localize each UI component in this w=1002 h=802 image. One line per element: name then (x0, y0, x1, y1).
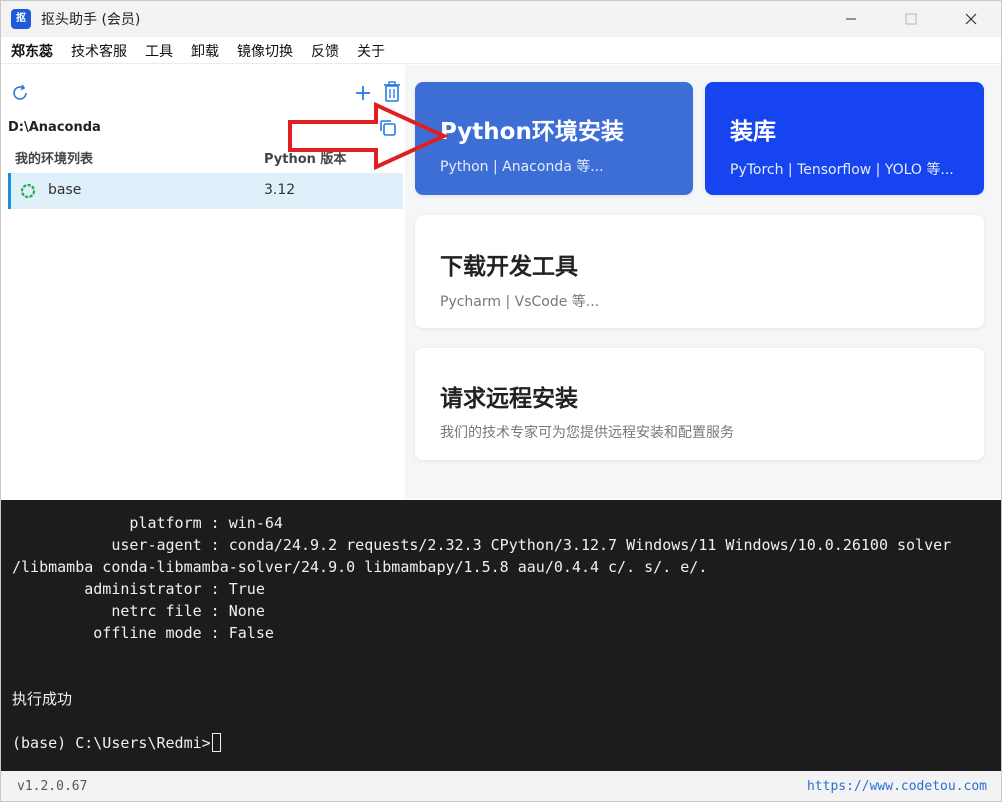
close-button[interactable] (941, 1, 1001, 37)
active-environment-icon (20, 183, 36, 199)
terminal-line: /libmamba conda-libmamba-solver/24.9.0 l… (12, 558, 708, 576)
environment-name: base (48, 182, 82, 198)
python-install-card[interactable]: Python环境安装 Python | Anaconda 等... (415, 82, 693, 195)
terminal-line: administrator : True (12, 580, 265, 598)
annotation-arrow-icon (288, 102, 448, 170)
feature-cards-area: Python环境安装 Python | Anaconda 等... 装库 PyT… (405, 65, 1001, 499)
terminal-line: platform : win-64 (12, 514, 283, 532)
menu-tools[interactable]: 工具 (145, 41, 173, 61)
refresh-icon[interactable] (10, 83, 30, 103)
remote-install-subtitle: 我们的技术专家可为您提供远程安装和配置服务 (440, 425, 734, 441)
title-bar[interactable]: 抠 抠头助手 (会员) (1, 1, 1001, 37)
maximize-button[interactable] (881, 1, 941, 37)
python-install-title: Python环境安装 (440, 119, 624, 145)
terminal-output[interactable]: platform : win-64 user-agent : conda/24.… (1, 500, 1001, 771)
terminal-cursor (211, 733, 221, 752)
dev-tools-card[interactable]: 下载开发工具 Pycharm | VsCode 等... (415, 215, 984, 328)
menu-bar: 郑东蕊 技术客服 工具 卸载 镜像切换 反馈 关于 (1, 38, 1001, 64)
window-controls (821, 1, 1001, 37)
terminal-line: netrc file : None (12, 602, 265, 620)
maximize-icon (905, 13, 917, 25)
install-libraries-title: 装库 (730, 119, 776, 145)
install-libraries-subtitle: PyTorch | Tensorflow | YOLO 等... (730, 162, 954, 178)
environment-python-version: 3.12 (264, 182, 296, 198)
menu-user[interactable]: 郑东蕊 (11, 41, 53, 61)
terminal-line: user-agent : conda/24.9.2 requests/2.32.… (12, 536, 952, 554)
remote-install-card[interactable]: 请求远程安装 我们的技术专家可为您提供远程安装和配置服务 (415, 348, 984, 460)
menu-tech-support[interactable]: 技术客服 (71, 41, 127, 61)
menu-mirror-switch[interactable]: 镜像切换 (237, 41, 293, 61)
delete-environment-icon[interactable] (383, 81, 401, 103)
app-logo-icon: 抠 (11, 9, 31, 29)
python-install-subtitle: Python | Anaconda 等... (440, 159, 604, 175)
website-link[interactable]: https://www.codetou.com (807, 779, 987, 794)
menu-feedback[interactable]: 反馈 (311, 41, 339, 61)
minimize-icon (846, 18, 856, 20)
env-name-column-header: 我的环境列表 (15, 152, 94, 167)
terminal-success-message: 执行成功 (12, 690, 73, 708)
remote-install-title: 请求远程安装 (440, 386, 578, 412)
status-bar: v1.2.0.67 https://www.codetou.com (1, 771, 1001, 801)
anaconda-path: D:\Anaconda (8, 120, 101, 135)
minimize-button[interactable] (821, 1, 881, 37)
terminal-prompt-line[interactable]: (base) C:\Users\Redmi> (12, 732, 221, 754)
install-libraries-card[interactable]: 装库 PyTorch | Tensorflow | YOLO 等... (705, 82, 984, 195)
terminal-line: offline mode : False (12, 624, 274, 642)
menu-uninstall[interactable]: 卸载 (191, 41, 219, 61)
app-window: 抠 抠头助手 (会员) 郑东蕊 技术客服 工具 卸载 镜像切换 反馈 关于 D:… (0, 0, 1002, 802)
dev-tools-subtitle: Pycharm | VsCode 等... (440, 294, 600, 310)
menu-about[interactable]: 关于 (357, 41, 385, 61)
dev-tools-title: 下载开发工具 (440, 254, 578, 280)
window-title: 抠头助手 (会员) (41, 12, 141, 28)
environment-row-base[interactable]: base 3.12 (8, 173, 403, 209)
terminal-prompt: (base) C:\Users\Redmi> (12, 734, 211, 752)
app-version: v1.2.0.67 (17, 779, 88, 794)
add-environment-icon[interactable] (353, 82, 373, 104)
close-icon (965, 13, 977, 25)
